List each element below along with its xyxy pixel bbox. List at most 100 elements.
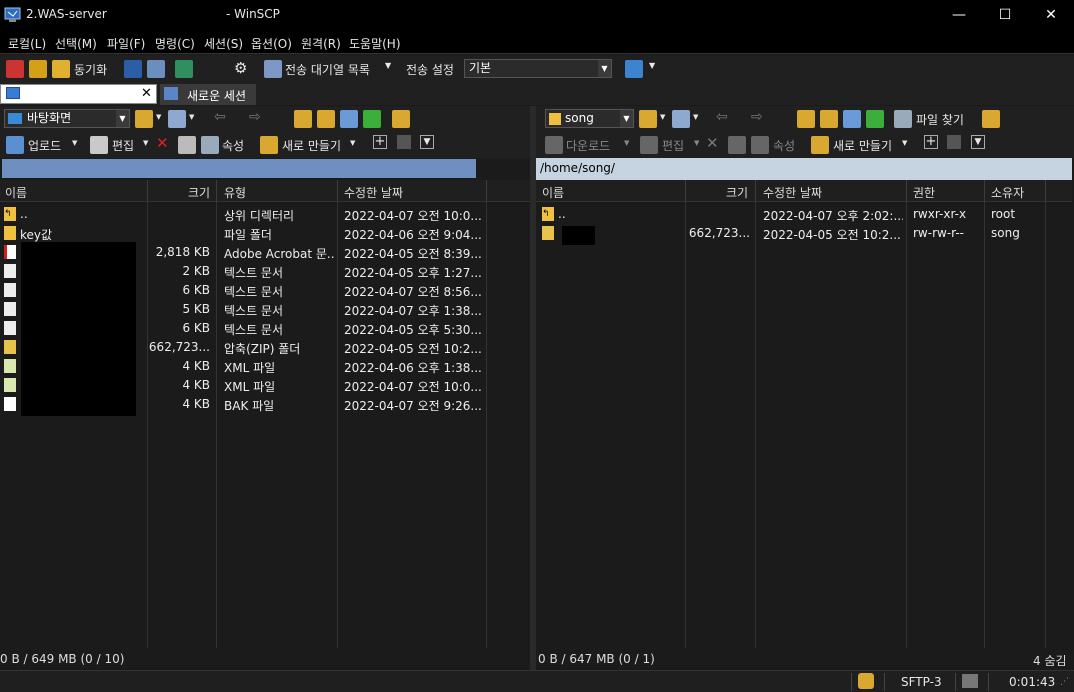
new-button[interactable]: 새로 만들기 [282, 137, 341, 154]
col-type[interactable]: 유형 [224, 184, 246, 201]
resize-grip-icon[interactable]: ⋰ [1060, 677, 1069, 687]
chevron-down-icon[interactable]: ▼ [902, 139, 907, 147]
tree-toggle-icon[interactable] [982, 110, 1000, 128]
forward-icon[interactable]: ⇨ [751, 109, 763, 125]
col-permissions[interactable]: 권한 [913, 184, 935, 201]
chevron-down-icon[interactable]: ▼ [143, 139, 148, 147]
select-all-icon[interactable]: + [373, 135, 387, 149]
delete-icon[interactable]: ✕ [156, 134, 169, 152]
filter-select-icon[interactable]: ▼ [420, 135, 434, 149]
network-icon[interactable] [962, 674, 978, 688]
session-globe-icon[interactable] [625, 60, 643, 78]
file-type: 텍스트 문서 [224, 323, 284, 337]
transfer-preset-select[interactable]: 기본 ▼ [464, 59, 612, 78]
filter-select-icon[interactable]: ▼ [971, 135, 985, 149]
select-all-icon[interactable]: + [924, 135, 938, 149]
forward-icon[interactable]: ⇨ [249, 109, 261, 125]
putty-icon[interactable] [147, 60, 165, 78]
table-row[interactable]: 662,723... 2022-04-05 오전 10:2... rw-rw-r--… [536, 224, 1072, 243]
close-button[interactable]: ✕ [1028, 0, 1074, 30]
refresh-queue-icon[interactable] [175, 60, 193, 78]
compare-icon[interactable] [6, 60, 24, 78]
left-path-bar[interactable] [0, 158, 530, 180]
rename-icon[interactable] [178, 136, 196, 154]
chevron-down-icon[interactable]: ▼ [624, 139, 629, 147]
root-dir-icon[interactable] [317, 110, 335, 128]
edit-button[interactable]: 편집 [112, 137, 134, 154]
chevron-down-icon[interactable]: ▼ [189, 113, 194, 121]
gear-icon[interactable]: ⚙ [234, 59, 247, 77]
close-tab-icon[interactable]: ✕ [141, 86, 152, 101]
redaction-box [21, 242, 136, 416]
sync-icon[interactable] [52, 60, 70, 78]
col-size[interactable]: 크기 [188, 184, 210, 201]
chevron-down-icon[interactable]: ▼ [694, 139, 699, 147]
minimize-button[interactable]: — [936, 0, 982, 30]
table-row[interactable]: ↰.. 2022-04-07 오후 2:02:... rwxr-xr-x root [536, 205, 1072, 224]
chevron-down-icon[interactable]: ▼ [693, 113, 698, 121]
table-row[interactable]: key값 파일 폴더 2022-04-06 오전 9:04... [0, 224, 530, 243]
title-bar: 2.WAS-server - WinSCP — ☐ ✕ [0, 0, 1074, 30]
new-button[interactable]: 새로 만들기 [833, 137, 892, 154]
filter-icon[interactable] [168, 110, 186, 128]
root-dir-icon[interactable] [820, 110, 838, 128]
upload-button[interactable]: 업로드 [28, 137, 61, 154]
local-drive-select[interactable]: 바탕화면 ▼ [4, 109, 130, 128]
properties-button[interactable]: 속성 [773, 137, 795, 154]
col-name[interactable]: 이름 [542, 184, 564, 201]
menu-command[interactable]: 명령(C) [155, 35, 195, 52]
menu-remote[interactable]: 원격(R) [301, 35, 341, 52]
sync-button[interactable]: 동기화 [74, 61, 107, 78]
download-button[interactable]: 다운로드 [566, 137, 610, 154]
menu-local[interactable]: 로컬(L) [8, 35, 46, 52]
console-icon[interactable] [124, 60, 142, 78]
parent-dir-icon[interactable] [294, 110, 312, 128]
rename-icon[interactable] [728, 136, 746, 154]
maximize-button[interactable]: ☐ [982, 0, 1028, 30]
back-icon[interactable]: ⇦ [716, 109, 728, 125]
menu-session[interactable]: 세션(S) [204, 35, 243, 52]
refresh-icon[interactable] [363, 110, 381, 128]
chevron-down-icon[interactable]: ▼ [385, 61, 391, 70]
filter-icon[interactable] [672, 110, 690, 128]
parent-dir-icon[interactable] [797, 110, 815, 128]
find-files-button[interactable]: 파일 찾기 [916, 111, 964, 128]
chevron-down-icon[interactable]: ▼ [649, 61, 655, 70]
properties-button[interactable]: 속성 [222, 137, 244, 154]
col-owner[interactable]: 소유자 [991, 184, 1024, 201]
chevron-down-icon[interactable]: ▼ [350, 139, 355, 147]
chevron-down-icon[interactable]: ▼ [660, 113, 665, 121]
menu-select[interactable]: 선택(M) [55, 35, 97, 52]
delete-icon[interactable]: ✕ [706, 134, 719, 152]
right-path-bar[interactable]: /home/song/ [536, 158, 1072, 180]
lock-icon[interactable] [858, 673, 874, 689]
chevron-down-icon[interactable]: ▼ [156, 113, 161, 121]
menu-options[interactable]: 옵션(O) [251, 35, 292, 52]
table-row[interactable]: ↰.. 상위 디렉터리 2022-04-07 오전 10:0... [0, 205, 530, 224]
home-icon[interactable] [340, 110, 358, 128]
queue-list-button[interactable]: 전송 대기열 목록 [285, 61, 370, 78]
col-modified[interactable]: 수정한 날짜 [763, 184, 822, 201]
menu-help[interactable]: 도움말(H) [349, 35, 401, 52]
file-size: 4 KB [182, 359, 210, 373]
col-size[interactable]: 크기 [726, 184, 748, 201]
tab-new-session[interactable]: 새로운 세션 [160, 84, 256, 105]
open-folder-icon[interactable] [135, 110, 153, 128]
refresh-icon[interactable] [866, 110, 884, 128]
menu-file[interactable]: 파일(F) [107, 35, 145, 52]
open-folder-icon[interactable] [639, 110, 657, 128]
chevron-down-icon[interactable]: ▼ [72, 139, 77, 147]
col-name[interactable]: 이름 [5, 184, 27, 201]
tab-current-session[interactable]: ✕ [0, 84, 157, 104]
synchronize-browse-icon[interactable] [29, 60, 47, 78]
transfer-settings-label: 전송 설정 [406, 63, 454, 77]
back-icon[interactable]: ⇦ [214, 109, 226, 125]
unselect-icon[interactable] [397, 135, 411, 149]
unselect-icon[interactable] [947, 135, 961, 149]
col-modified[interactable]: 수정한 날짜 [344, 184, 403, 201]
tree-toggle-icon[interactable] [392, 110, 410, 128]
remote-dir-select[interactable]: song ▼ [545, 109, 634, 128]
edit-button[interactable]: 편집 [662, 137, 684, 154]
xml-file-icon [4, 378, 16, 392]
home-icon[interactable] [843, 110, 861, 128]
